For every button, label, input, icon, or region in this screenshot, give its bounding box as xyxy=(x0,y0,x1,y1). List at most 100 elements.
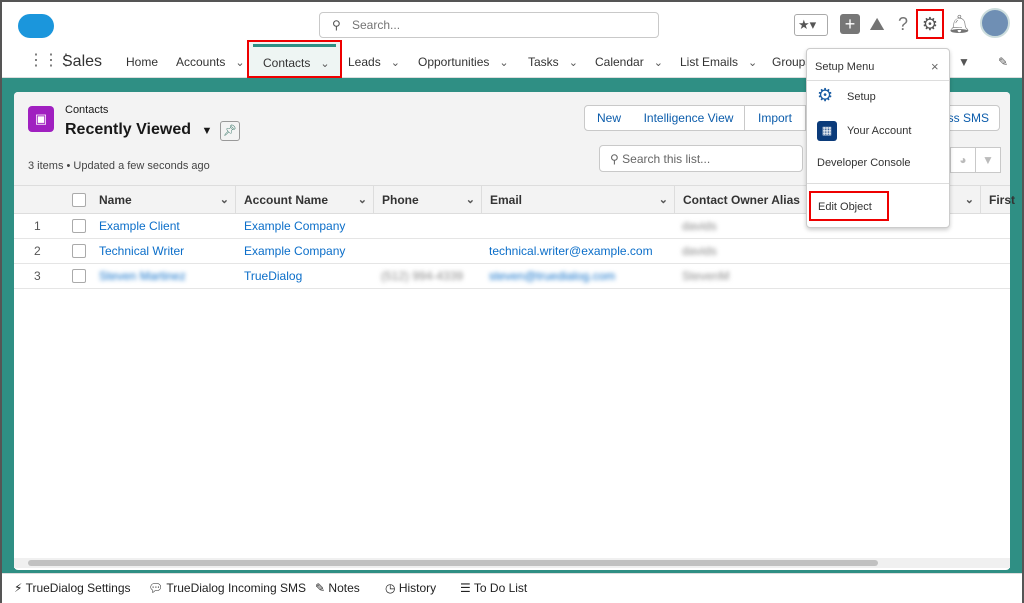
menu-item-setup[interactable]: ⚙ Setup xyxy=(807,85,949,109)
account-name-link[interactable]: TrueDialog xyxy=(244,264,302,289)
contact-name-link[interactable]: Steven Martinez xyxy=(99,264,186,289)
global-search-input[interactable]: ⚲ Search... xyxy=(319,12,659,38)
caret-down-icon[interactable]: ▼ xyxy=(201,125,212,137)
salesforce-logo[interactable] xyxy=(18,14,54,38)
chevron-down-icon[interactable]: ⌄ xyxy=(320,58,329,70)
object-label: Contacts xyxy=(65,104,109,116)
pin-list-button[interactable]: 📌︎ xyxy=(220,121,240,141)
email-link[interactable]: steven@truedialog.com xyxy=(489,264,615,289)
row-checkbox[interactable] xyxy=(72,269,86,283)
utility-bar: ⚡︎ TrueDialog Settings 💬︎ TrueDialog Inc… xyxy=(2,573,1022,603)
list-view-selector[interactable]: Recently Viewed ▼ xyxy=(65,121,212,139)
setup-menu-dropdown: Setup Menu × ⚙ Setup ▦ Your Account Develo… xyxy=(806,48,950,228)
email-link[interactable]: technical.writer@example.com xyxy=(489,239,653,264)
column-label: First xyxy=(989,193,1016,207)
notifications-bell-icon[interactable]: 🔔︎ xyxy=(948,14,971,34)
import-button[interactable]: Import xyxy=(744,105,806,131)
row-checkbox[interactable] xyxy=(72,244,86,258)
tab-label: Home xyxy=(126,55,159,69)
utility-truedialog-incoming-sms[interactable]: 💬︎ TrueDialog Incoming SMS xyxy=(148,581,306,595)
active-tab-indicator xyxy=(253,44,336,47)
tab-opportunities[interactable]: Opportunities ⌄ xyxy=(418,46,509,78)
close-icon[interactable]: × xyxy=(931,59,939,74)
row-number: 1 xyxy=(34,219,41,233)
help-icon[interactable]: ? xyxy=(894,14,912,34)
more-tabs-caret-icon[interactable]: ▼ xyxy=(958,46,970,78)
contact-name-link[interactable]: Example Client xyxy=(99,214,180,239)
menu-item-your-account[interactable]: ▦ Your Account xyxy=(807,119,949,143)
edit-nav-pencil-icon[interactable]: ✎ xyxy=(998,46,1008,78)
tab-label: Opportunities xyxy=(418,55,490,69)
scrollbar-thumb[interactable] xyxy=(28,560,878,566)
column-email[interactable]: Email ⌄ xyxy=(482,186,675,214)
utility-truedialog-settings[interactable]: ⚡︎ TrueDialog Settings xyxy=(14,581,131,595)
column-name[interactable]: Name ⌄ xyxy=(91,186,236,214)
filter-icon[interactable]: ▼ xyxy=(975,147,1001,173)
list-search-input[interactable]: ⚲ Search this list... xyxy=(599,145,803,172)
trailhead-icon[interactable]: ⛰ xyxy=(866,14,888,34)
menu-item-developer-console[interactable]: Developer Console xyxy=(817,157,911,169)
chevron-down-icon[interactable]: ⌄ xyxy=(965,186,974,214)
table-row: 2 Technical Writer Example Company techn… xyxy=(14,239,1010,264)
chevron-down-icon[interactable]: ⌄ xyxy=(659,186,668,214)
list-view-title: Recently Viewed xyxy=(65,121,191,138)
new-button[interactable]: New xyxy=(584,105,634,131)
tab-tasks[interactable]: Tasks ⌄ xyxy=(528,46,578,78)
select-all-checkbox[interactable] xyxy=(72,193,86,207)
utility-label: TrueDialog Settings xyxy=(25,581,131,595)
chevron-down-icon[interactable]: ⌄ xyxy=(358,186,367,214)
menu-item-label: Setup xyxy=(847,91,876,103)
charts-icon[interactable]: ◕ xyxy=(950,147,976,173)
app-name: Sales xyxy=(62,53,103,70)
account-name-link[interactable]: Example Company xyxy=(244,239,345,264)
setup-gear-icon[interactable]: ⚙ xyxy=(916,9,944,39)
column-account-name[interactable]: Account Name ⌄ xyxy=(236,186,374,214)
contact-object-icon: ▣ xyxy=(28,106,54,132)
utility-label: History xyxy=(398,581,437,595)
tab-calendar[interactable]: Calendar ⌄ xyxy=(595,46,663,78)
chevron-down-icon[interactable]: ⌄ xyxy=(654,57,663,69)
chevron-down-icon[interactable]: ⌄ xyxy=(569,57,578,69)
account-name-link[interactable]: Example Company xyxy=(244,214,345,239)
chevron-down-icon[interactable]: ⌄ xyxy=(466,186,475,214)
user-avatar[interactable] xyxy=(980,8,1010,38)
chevron-down-icon[interactable]: ⌄ xyxy=(235,57,244,69)
divider xyxy=(807,183,949,184)
menu-item-label: Your Account xyxy=(847,125,912,137)
chevron-down-icon[interactable]: ⌄ xyxy=(220,186,229,214)
lightning-icon: ⚡︎ xyxy=(14,581,23,595)
tab-list-emails[interactable]: List Emails ⌄ xyxy=(680,46,757,78)
tab-accounts[interactable]: Accounts ⌄ xyxy=(176,46,245,78)
tab-contacts[interactable]: Contacts ⌄ xyxy=(247,40,342,78)
setup-gear-icon: ⚙ xyxy=(817,85,834,105)
owner-alias: StevenM xyxy=(682,269,730,283)
tab-home[interactable]: Home xyxy=(126,46,158,78)
horizontal-scrollbar[interactable] xyxy=(14,558,1010,568)
history-clock-icon: ◷ xyxy=(385,581,396,595)
utility-notes[interactable]: ✎ Notes xyxy=(315,581,360,595)
utility-history[interactable]: ◷ History xyxy=(385,581,436,595)
chevron-down-icon[interactable]: ⌄ xyxy=(391,57,400,69)
global-actions-plus-icon[interactable]: + xyxy=(840,14,860,34)
tab-label: List Emails xyxy=(680,55,739,69)
search-icon: ⚲ xyxy=(610,152,619,166)
tab-leads[interactable]: Leads ⌄ xyxy=(348,46,400,78)
menu-item-edit-object[interactable]: Edit Object xyxy=(809,191,889,221)
column-label: Name xyxy=(99,193,132,207)
list-status: 3 items • Updated a few seconds ago xyxy=(28,160,210,172)
chevron-down-icon[interactable]: ⌄ xyxy=(748,57,757,69)
column-phone[interactable]: Phone ⌄ xyxy=(374,186,482,214)
row-checkbox[interactable] xyxy=(72,219,86,233)
table-row: 3 Steven Martinez TrueDialog (512) 994-4… xyxy=(14,264,1010,289)
column-label: Account Name xyxy=(244,193,329,207)
favorites-button[interactable]: ★▾ xyxy=(794,14,828,36)
contact-name-link[interactable]: Technical Writer xyxy=(99,239,184,264)
chevron-down-icon[interactable]: ⌄ xyxy=(499,57,508,69)
column-first[interactable]: First xyxy=(981,186,1015,214)
utility-to-do-list[interactable]: ☰ To Do List xyxy=(460,581,527,595)
intelligence-view-button[interactable]: Intelligence View xyxy=(633,105,745,131)
setup-menu-title: Setup Menu xyxy=(815,61,875,73)
utility-label: TrueDialog Incoming SMS xyxy=(166,581,306,595)
tab-label: Calendar xyxy=(595,55,644,69)
tab-label: Tasks xyxy=(528,55,559,69)
